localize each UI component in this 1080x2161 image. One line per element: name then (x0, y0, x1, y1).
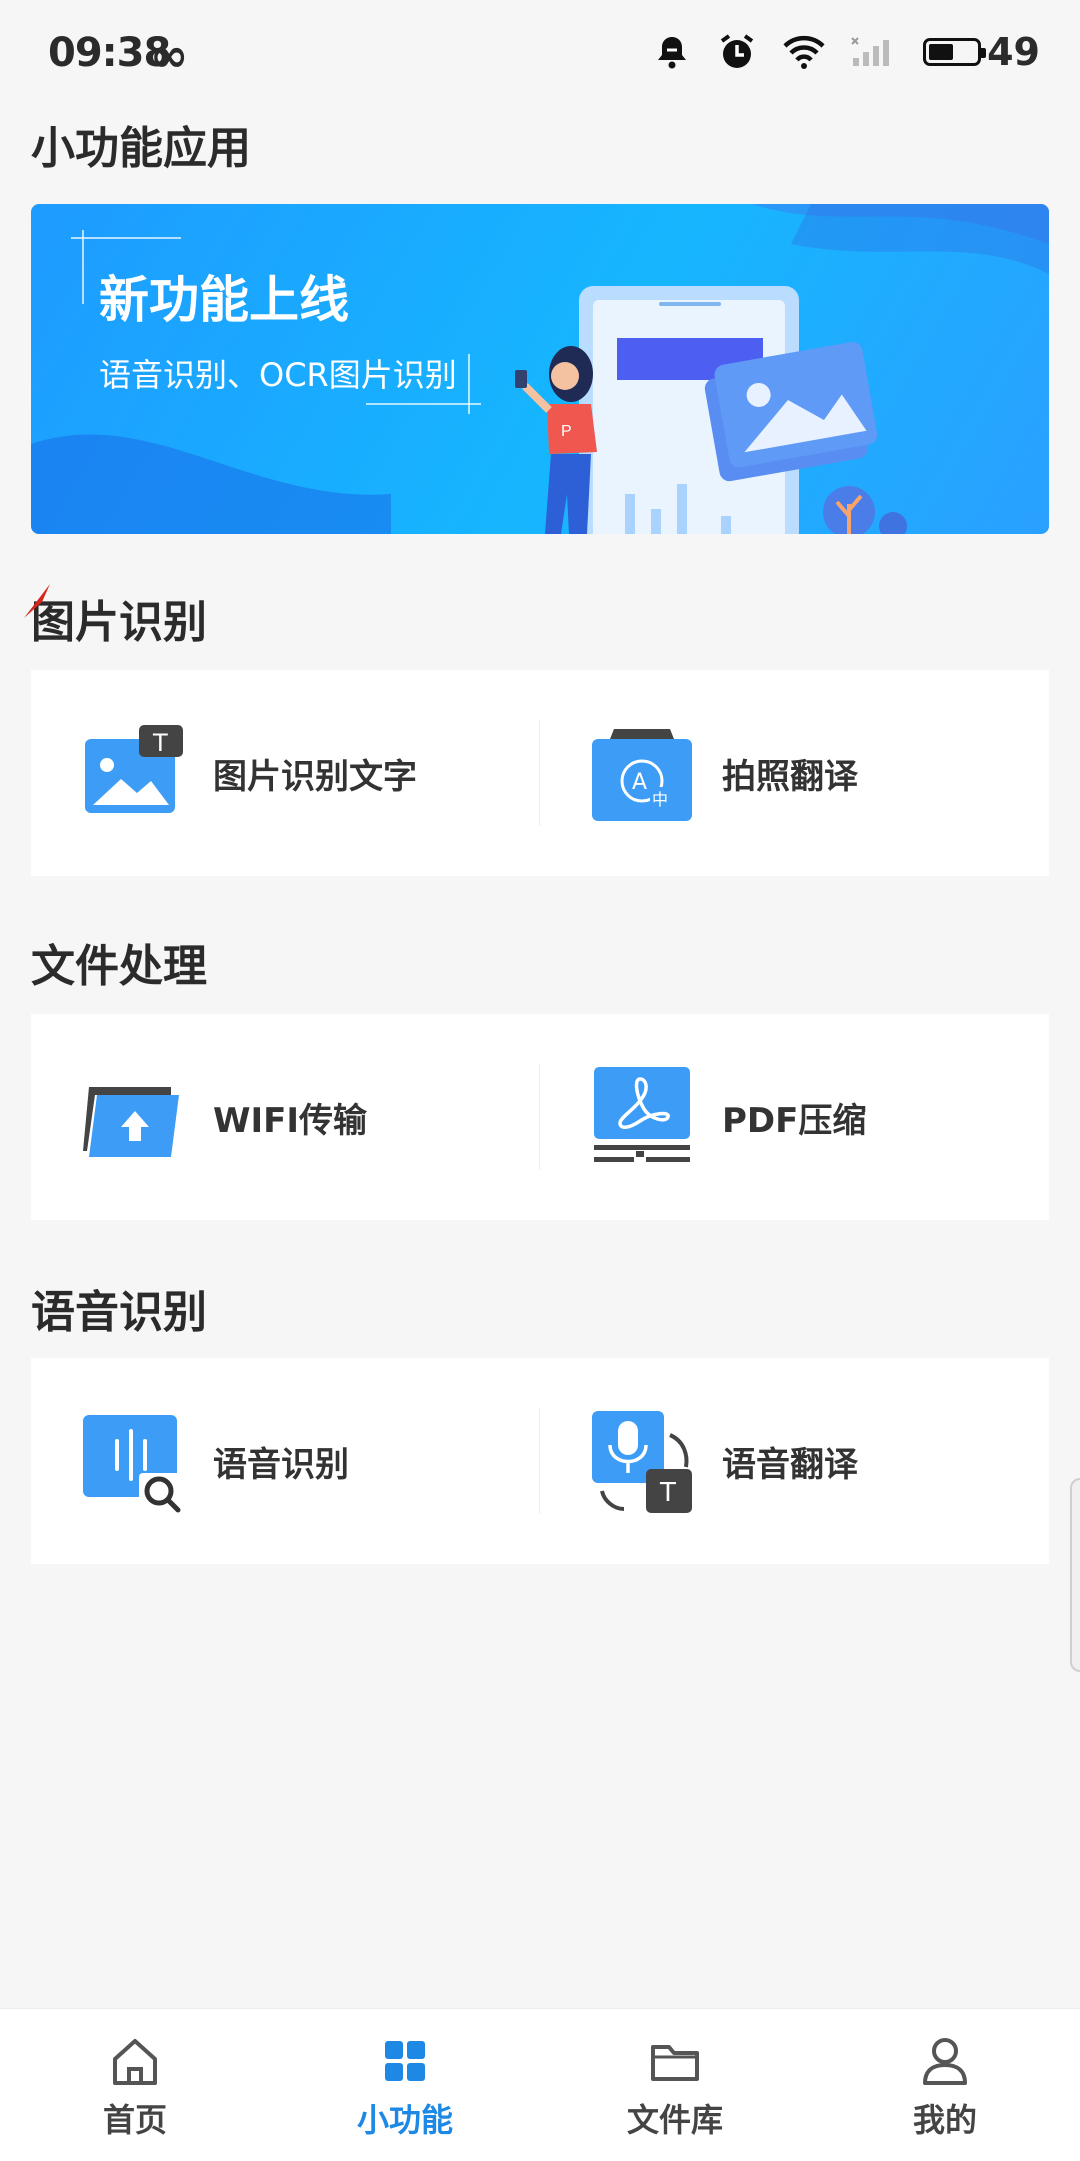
signal-icon (851, 37, 890, 66)
nav-item-tools[interactable]: 小功能 (270, 2009, 540, 2161)
status-icons: 49 (653, 30, 1040, 74)
image-text-icon: T (85, 725, 183, 813)
nav-label-file-library: 文件库 (626, 2101, 723, 2139)
battery-indicator: 49 (923, 30, 1040, 74)
pdf-compress-label: PDF压缩 (722, 1100, 867, 1141)
alarm-icon (720, 34, 754, 68)
user-icon (923, 2038, 967, 2085)
svg-text:A: A (632, 770, 647, 795)
section-title-voice-recognition: 语音识别 (31, 1287, 207, 1338)
svg-text:T: T (152, 729, 168, 757)
image-text-recognition-button[interactable]: T 图片识别文字 (31, 670, 540, 876)
photo-translate-button[interactable]: A 中 拍照翻译 (540, 670, 1049, 876)
battery-icon (923, 38, 987, 66)
infinity-icon: ∞ (150, 28, 189, 82)
wifi-transfer-button[interactable]: WIFI传输 (31, 1014, 540, 1220)
feature-banner[interactable]: P 新功能上线 语音识别、OCR图片识别 (31, 204, 1049, 534)
nav-label-profile: 我的 (912, 2101, 977, 2139)
svg-text:T: T (659, 1478, 676, 1508)
pdf-compress-button[interactable]: PDF压缩 (540, 1014, 1049, 1220)
folder-icon (651, 2045, 699, 2081)
battery-level: 49 (987, 30, 1040, 74)
pdf-compress-icon (594, 1067, 690, 1162)
photo-translate-icon: A 中 (592, 729, 692, 821)
voice-translate-button[interactable]: T 语音翻译 (540, 1358, 1049, 1564)
svg-text:P: P (561, 423, 572, 440)
banner-subtitle: 语音识别、OCR图片识别 (99, 356, 457, 394)
card-voice-recognition: 语音识别 T 语音翻译 (31, 1358, 1049, 1564)
wifi-transfer-label: WIFI传输 (213, 1100, 368, 1141)
wifi-upload-folder-icon (83, 1087, 179, 1157)
wifi-icon (783, 35, 825, 69)
section-title-file-processing: 文件处理 (31, 941, 207, 992)
nav-label-tools: 小功能 (356, 2101, 453, 2139)
card-image-recognition: T 图片识别文字 A 中 拍照翻译 (31, 670, 1049, 876)
voice-translate-icon: T (592, 1411, 692, 1513)
bottom-nav: 首页 小功能 文件库 我的 (0, 2008, 1080, 2161)
nav-item-home[interactable]: 首页 (0, 2009, 270, 2161)
voice-recognition-label: 语音识别 (213, 1444, 349, 1485)
grid-icon (385, 2041, 425, 2081)
voice-recognition-button[interactable]: 语音识别 (31, 1358, 540, 1564)
photo-translate-label: 拍照翻译 (722, 756, 858, 797)
voice-translate-label: 语音翻译 (722, 1444, 858, 1485)
home-icon (113, 2039, 157, 2085)
svg-text:中: 中 (652, 790, 668, 809)
nav-label-home: 首页 (102, 2101, 167, 2139)
bell-muted-icon (658, 37, 687, 69)
nav-item-profile[interactable]: 我的 (810, 2009, 1080, 2161)
card-file-processing: WIFI传输 PDF压缩 (31, 1014, 1049, 1220)
cursor-arrow-icon (24, 584, 50, 618)
banner-title: 新功能上线 (99, 271, 349, 329)
voice-search-icon (83, 1415, 185, 1513)
status-bar: 09:38 ∞ 49 (0, 0, 1080, 106)
side-scroll-handle[interactable] (1070, 1478, 1080, 1672)
image-text-label: 图片识别文字 (213, 756, 417, 797)
page-title: 小功能应用 (31, 123, 251, 174)
nav-item-file-library[interactable]: 文件库 (540, 2009, 810, 2161)
